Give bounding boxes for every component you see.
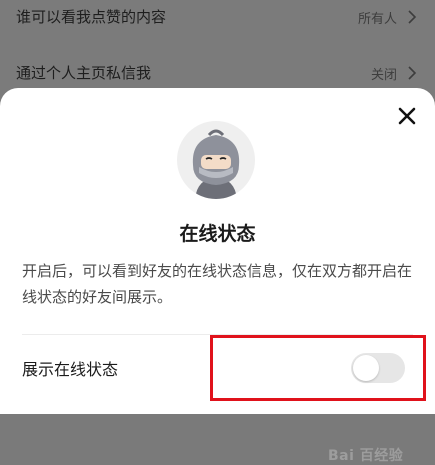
chevron-right-icon [408, 10, 417, 24]
online-status-sheet: 在线状态 开启后，可以看到好友的在线状态信息，仅在双方都开启在线状态的好友间展示… [0, 88, 435, 464]
settings-row-who-can-see-likes[interactable]: 谁可以看我点赞的内容 所有人 [0, 0, 435, 34]
settings-row-label: 通过个人主页私信我 [16, 64, 152, 82]
settings-row-value: 所有人 [357, 12, 397, 27]
chevron-right-icon [408, 66, 417, 80]
watermark: Bai 百经验 [328, 448, 404, 464]
settings-row-value: 关闭 [370, 68, 397, 83]
settings-list: 谁可以看我点赞的内容 所有人 通过个人主页私信我 关闭 [0, 0, 435, 100]
setting-label: 展示在线状态 [22, 360, 119, 379]
annotation-highlight-box [210, 335, 426, 401]
settings-row-profile-messages[interactable]: 通过个人主页私信我 关闭 [0, 56, 435, 90]
ninja-avatar-icon [192, 129, 240, 199]
settings-row-label: 谁可以看我点赞的内容 [16, 8, 167, 26]
close-icon[interactable] [397, 106, 417, 126]
sheet-title: 在线状态 [179, 223, 256, 245]
avatar [177, 121, 255, 199]
sheet-description: 开启后，可以看到好友的在线状态信息，仅在双方都开启在线状态的好友间展示。 [22, 262, 413, 306]
